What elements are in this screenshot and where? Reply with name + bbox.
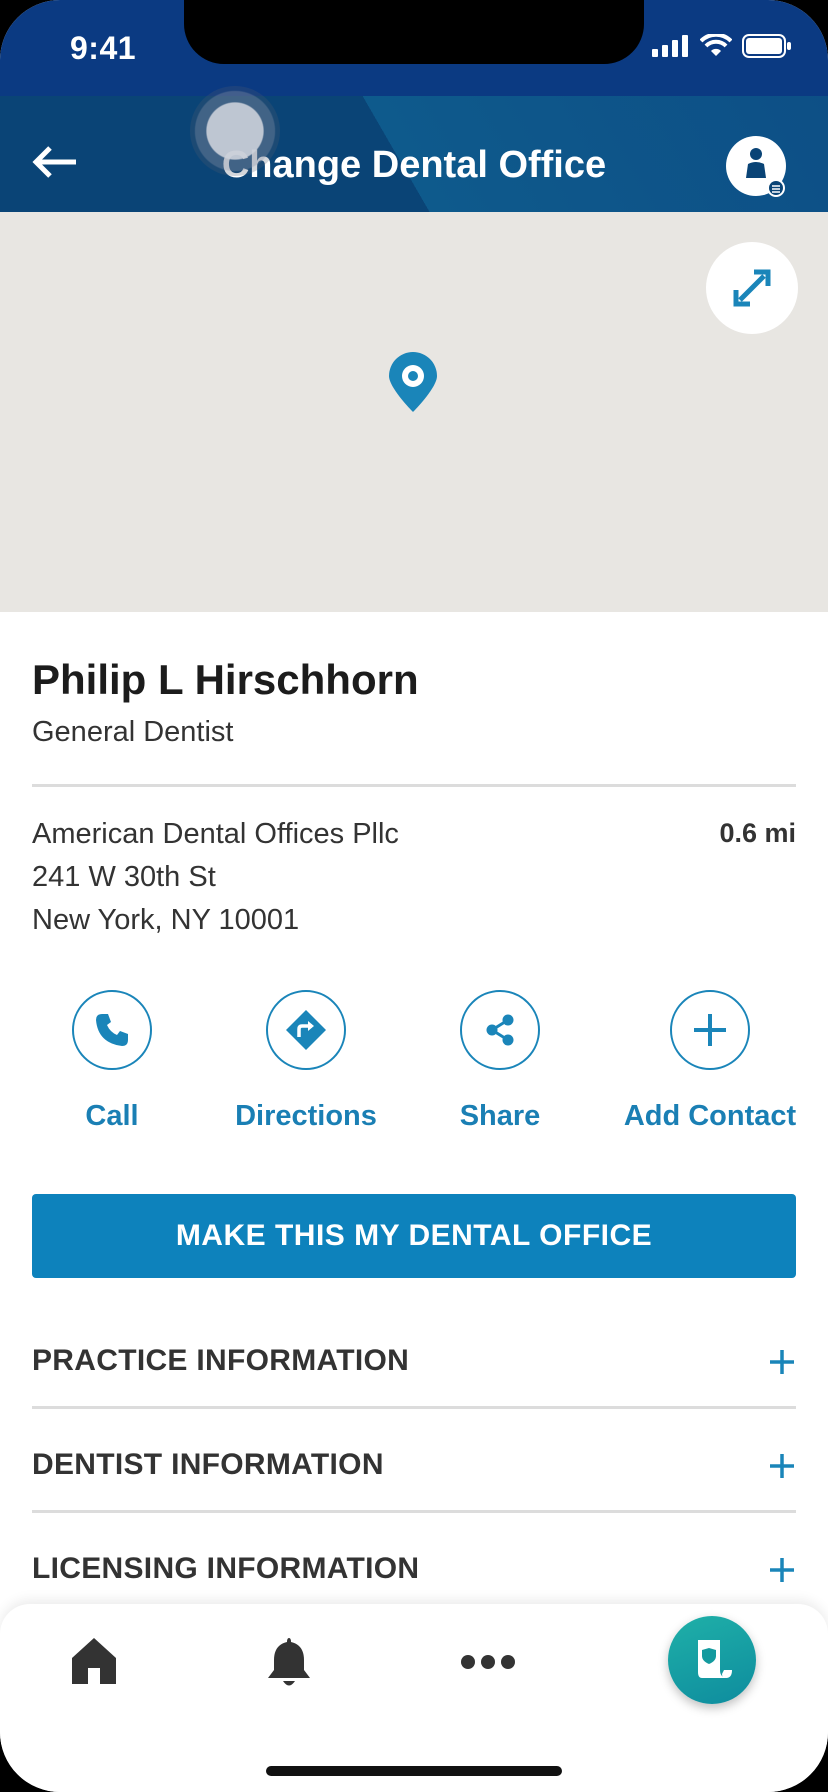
wifi-icon xyxy=(700,34,732,56)
status-time: 9:41 xyxy=(70,30,137,66)
accordion-dentist-information[interactable]: DENTIST INFORMATION xyxy=(32,1448,384,1482)
expand-map-button[interactable] xyxy=(706,242,798,334)
profile-button[interactable] xyxy=(726,136,786,197)
status-icons xyxy=(652,34,792,58)
accordion-licensing-information[interactable]: LICENSING INFORMATION xyxy=(32,1552,419,1586)
accordion-practice-information[interactable]: PRACTICE INFORMATION xyxy=(32,1344,409,1378)
office-city: New York, NY 10001 xyxy=(32,904,300,936)
share-circle xyxy=(460,990,540,1070)
map-pin-icon xyxy=(389,352,437,412)
call-circle xyxy=(72,990,152,1070)
add-contact-label: Add Contact xyxy=(623,1100,797,1132)
directions-circle xyxy=(266,990,346,1070)
plus-icon[interactable] xyxy=(766,1450,798,1482)
add-contact-button[interactable]: Add Contact xyxy=(620,990,800,1133)
office-name: American Dental Offices Pllc xyxy=(32,818,399,850)
directions-button[interactable]: Directions xyxy=(216,990,396,1133)
divider xyxy=(32,784,796,787)
id-card-icon xyxy=(698,1640,732,1678)
touch-indicator xyxy=(190,86,280,176)
id-card-button[interactable] xyxy=(668,1616,756,1704)
add-contact-circle xyxy=(670,990,750,1070)
expand-icon xyxy=(733,269,771,307)
share-icon xyxy=(486,1014,514,1046)
bell-icon[interactable] xyxy=(266,1636,312,1688)
call-button[interactable]: Call xyxy=(22,990,202,1133)
app-screen: 9:41 Change Dental Office Philip L Hirsc… xyxy=(0,0,828,1792)
office-street: 241 W 30th St xyxy=(32,861,216,893)
phone-icon xyxy=(96,1014,128,1046)
make-my-dental-office-button[interactable]: MAKE THIS MY DENTAL OFFICE xyxy=(32,1194,796,1278)
profile-icon xyxy=(746,148,785,197)
page-title: Change Dental Office xyxy=(221,144,607,186)
directions-label: Directions xyxy=(235,1100,377,1132)
map-pin[interactable] xyxy=(386,352,440,414)
more-icon[interactable] xyxy=(460,1652,516,1672)
plus-icon xyxy=(694,1014,726,1046)
home-indicator xyxy=(266,1766,562,1776)
home-icon[interactable] xyxy=(70,1636,118,1686)
plus-icon[interactable] xyxy=(766,1346,798,1378)
signal-icon xyxy=(652,35,688,57)
call-label: Call xyxy=(85,1100,139,1132)
plus-icon[interactable] xyxy=(766,1554,798,1586)
dentist-name: Philip L Hirschhorn xyxy=(32,656,419,703)
divider xyxy=(32,1510,796,1513)
divider xyxy=(32,1406,796,1409)
office-distance: 0.6 mi xyxy=(719,818,796,848)
battery-icon xyxy=(742,34,791,58)
directions-icon xyxy=(286,1010,326,1050)
dentist-specialty: General Dentist xyxy=(32,716,234,748)
device-notch xyxy=(184,0,644,64)
share-button[interactable]: Share xyxy=(410,990,590,1133)
share-label: Share xyxy=(459,1100,541,1132)
